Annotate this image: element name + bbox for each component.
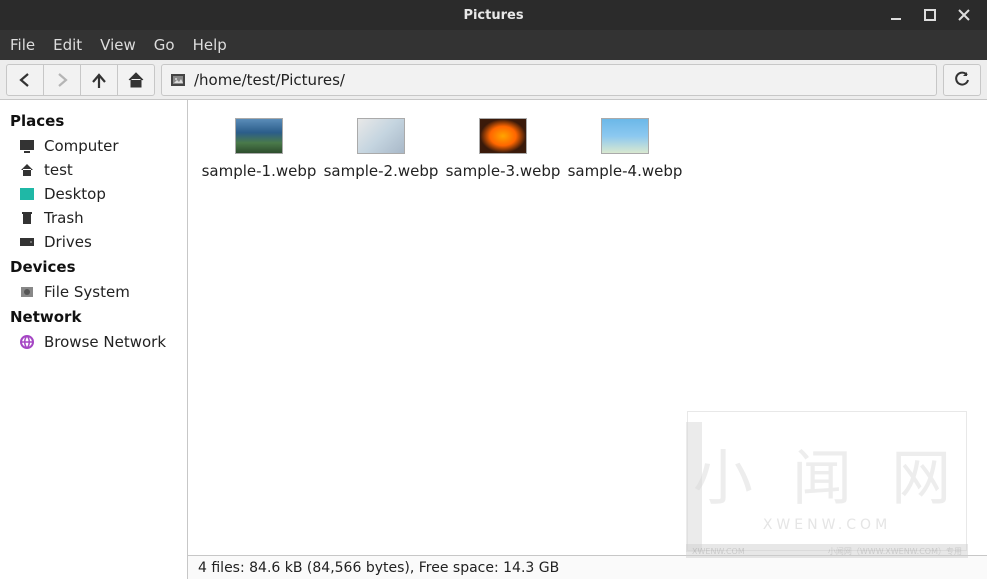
file-label: sample-1.webp <box>202 162 317 180</box>
sidebar-item-label: File System <box>44 283 130 301</box>
sidebar-item-label: Drives <box>44 233 92 251</box>
menu-file[interactable]: File <box>10 36 35 54</box>
statusbar: 4 files: 84.6 kB (84,566 bytes), Free sp… <box>188 555 987 579</box>
sidebar-item-label: Trash <box>44 209 84 227</box>
home-button[interactable] <box>117 64 155 96</box>
maximize-button[interactable] <box>921 6 939 24</box>
folder-images-icon <box>170 72 186 88</box>
menu-help[interactable]: Help <box>193 36 227 54</box>
thumbnail-icon <box>235 118 283 154</box>
titlebar: Pictures <box>0 0 987 30</box>
content-area: sample-1.webp sample-2.webp sample-3.web… <box>188 100 987 579</box>
file-item[interactable]: sample-2.webp <box>320 118 442 180</box>
sidebar-section-network: Network <box>0 304 187 330</box>
file-label: sample-3.webp <box>446 162 561 180</box>
sidebar-item-label: Browse Network <box>44 333 166 351</box>
sidebar-item-desktop[interactable]: Desktop <box>0 182 187 206</box>
sidebar-item-filesystem[interactable]: File System <box>0 280 187 304</box>
sidebar-item-label: Computer <box>44 137 119 155</box>
menubar: File Edit View Go Help <box>0 30 987 60</box>
thumbnail-icon <box>479 118 527 154</box>
file-label: sample-2.webp <box>324 162 439 180</box>
desktop-icon <box>18 185 36 203</box>
reload-button[interactable] <box>943 64 981 96</box>
menu-go[interactable]: Go <box>154 36 175 54</box>
back-button[interactable] <box>6 64 44 96</box>
sidebar-section-places: Places <box>0 108 187 134</box>
file-label: sample-4.webp <box>568 162 683 180</box>
network-icon <box>18 333 36 351</box>
file-item[interactable]: sample-4.webp <box>564 118 686 180</box>
window-title: Pictures <box>463 8 523 23</box>
filesystem-icon <box>18 283 36 301</box>
thumbnail-icon <box>357 118 405 154</box>
path-text: /home/test/Pictures/ <box>194 71 345 89</box>
sidebar-item-label: test <box>44 161 73 179</box>
sidebar-item-label: Desktop <box>44 185 106 203</box>
sidebar-item-trash[interactable]: Trash <box>0 206 187 230</box>
file-grid[interactable]: sample-1.webp sample-2.webp sample-3.web… <box>188 100 987 555</box>
status-text: 4 files: 84.6 kB (84,566 bytes), Free sp… <box>198 560 559 576</box>
computer-icon <box>18 137 36 155</box>
menu-edit[interactable]: Edit <box>53 36 82 54</box>
sidebar-section-devices: Devices <box>0 254 187 280</box>
thumbnail-icon <box>601 118 649 154</box>
forward-button[interactable] <box>43 64 81 96</box>
file-item[interactable]: sample-3.webp <box>442 118 564 180</box>
toolbar: /home/test/Pictures/ <box>0 60 987 100</box>
sidebar-item-drives[interactable]: Drives <box>0 230 187 254</box>
minimize-button[interactable] <box>887 6 905 24</box>
file-item[interactable]: sample-1.webp <box>198 118 320 180</box>
close-button[interactable] <box>955 6 973 24</box>
main-area: Places Computer test Desktop Trash Drive… <box>0 100 987 579</box>
path-bar[interactable]: /home/test/Pictures/ <box>161 64 937 96</box>
drives-icon <box>18 233 36 251</box>
up-button[interactable] <box>80 64 118 96</box>
sidebar-item-computer[interactable]: Computer <box>0 134 187 158</box>
sidebar-item-home[interactable]: test <box>0 158 187 182</box>
home-icon <box>18 161 36 179</box>
menu-view[interactable]: View <box>100 36 136 54</box>
sidebar-item-browse-network[interactable]: Browse Network <box>0 330 187 354</box>
sidebar: Places Computer test Desktop Trash Drive… <box>0 100 188 579</box>
trash-icon <box>18 209 36 227</box>
